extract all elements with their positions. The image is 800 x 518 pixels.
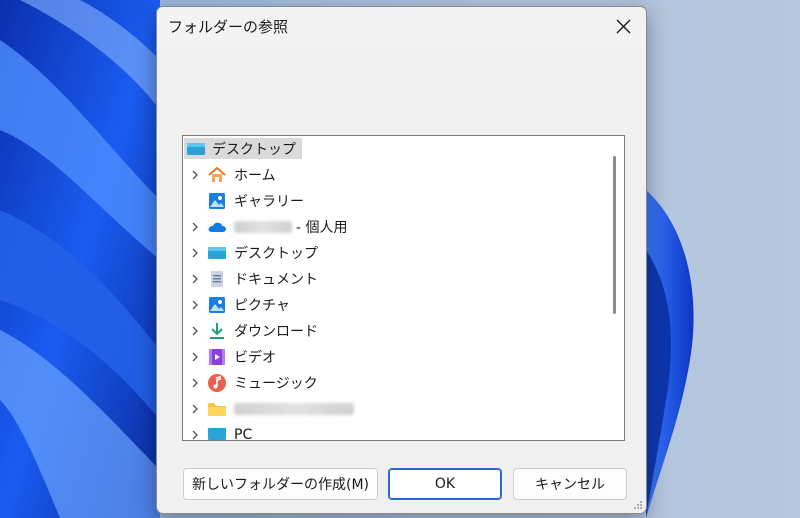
- music-icon: [207, 373, 227, 393]
- redacted-account-name: [234, 221, 292, 233]
- tree-item-onedrive[interactable]: - 個人用: [183, 214, 603, 240]
- chevron-right-icon[interactable]: [183, 404, 207, 414]
- tree-item-label: ドキュメント: [234, 272, 318, 288]
- tree-item-label: PC: [234, 427, 253, 441]
- chevron-right-icon[interactable]: [183, 248, 207, 258]
- home-icon: [207, 165, 227, 185]
- video-icon: [207, 347, 227, 367]
- tree-item-label: ホーム: [234, 168, 276, 184]
- tree-item-label: ギャラリー: [234, 194, 304, 210]
- documents-icon: [207, 269, 227, 289]
- tree-root-desktop[interactable]: デスクトップ: [184, 138, 302, 159]
- tree-item-pc[interactable]: PC: [183, 422, 603, 441]
- onedrive-icon: [207, 217, 227, 237]
- tree-item-label: - 個人用: [296, 220, 348, 236]
- resize-grip-icon[interactable]: [633, 500, 643, 510]
- tree-item-music[interactable]: ミュージック: [183, 370, 603, 396]
- tree-item-gallery[interactable]: ギャラリー: [183, 188, 603, 214]
- browse-folder-dialog: フォルダーの参照 デスクトップ ホーム ギャラリー - 個人用 デスクトップ ド…: [156, 6, 647, 514]
- tree-item-home[interactable]: ホーム: [183, 162, 603, 188]
- ok-button[interactable]: OK: [388, 468, 502, 500]
- redacted-folder-name: [234, 403, 354, 415]
- pictures-icon: [207, 295, 227, 315]
- tree-item-downloads[interactable]: ダウンロード: [183, 318, 603, 344]
- cancel-button[interactable]: キャンセル: [513, 468, 627, 500]
- pc-icon: [207, 425, 227, 440]
- tree-item-label: ピクチャ: [234, 298, 290, 314]
- chevron-right-icon[interactable]: [183, 274, 207, 284]
- tree-items: ホーム ギャラリー - 個人用 デスクトップ ドキュメント ピクチャ ダウンロー…: [183, 162, 603, 441]
- chevron-right-icon[interactable]: [183, 170, 207, 180]
- chevron-right-icon[interactable]: [183, 352, 207, 362]
- title-bar[interactable]: フォルダーの参照: [157, 7, 646, 47]
- tree-root-label: デスクトップ: [212, 141, 296, 158]
- desktop-icon: [207, 243, 227, 263]
- close-icon: [616, 19, 630, 33]
- tree-item-folder[interactable]: [183, 396, 603, 422]
- tree-item-pictures[interactable]: ピクチャ: [183, 292, 603, 318]
- new-folder-button[interactable]: 新しいフォルダーの作成(M): [183, 468, 378, 500]
- close-button[interactable]: [600, 7, 646, 45]
- chevron-right-icon[interactable]: [183, 378, 207, 388]
- tree-item-label: ダウンロード: [234, 324, 318, 340]
- tree-item-videos[interactable]: ビデオ: [183, 344, 603, 370]
- chevron-right-icon[interactable]: [183, 430, 207, 440]
- download-icon: [207, 321, 227, 341]
- chevron-right-icon[interactable]: [183, 300, 207, 310]
- tree-item-documents[interactable]: ドキュメント: [183, 266, 603, 292]
- folder-icon: [207, 399, 227, 419]
- folder-tree[interactable]: デスクトップ ホーム ギャラリー - 個人用 デスクトップ ドキュメント ピクチ…: [182, 135, 625, 441]
- tree-scrollbar[interactable]: [613, 156, 616, 314]
- desktop-icon: [186, 139, 206, 159]
- tree-item-label: デスクトップ: [234, 246, 318, 262]
- tree-item-label: ビデオ: [234, 350, 276, 366]
- chevron-right-icon[interactable]: [183, 326, 207, 336]
- dialog-title: フォルダーの参照: [168, 18, 289, 36]
- chevron-right-icon[interactable]: [183, 222, 207, 232]
- tree-item-label: ミュージック: [234, 376, 318, 392]
- tree-item-desktop[interactable]: デスクトップ: [183, 240, 603, 266]
- gallery-icon: [207, 191, 227, 211]
